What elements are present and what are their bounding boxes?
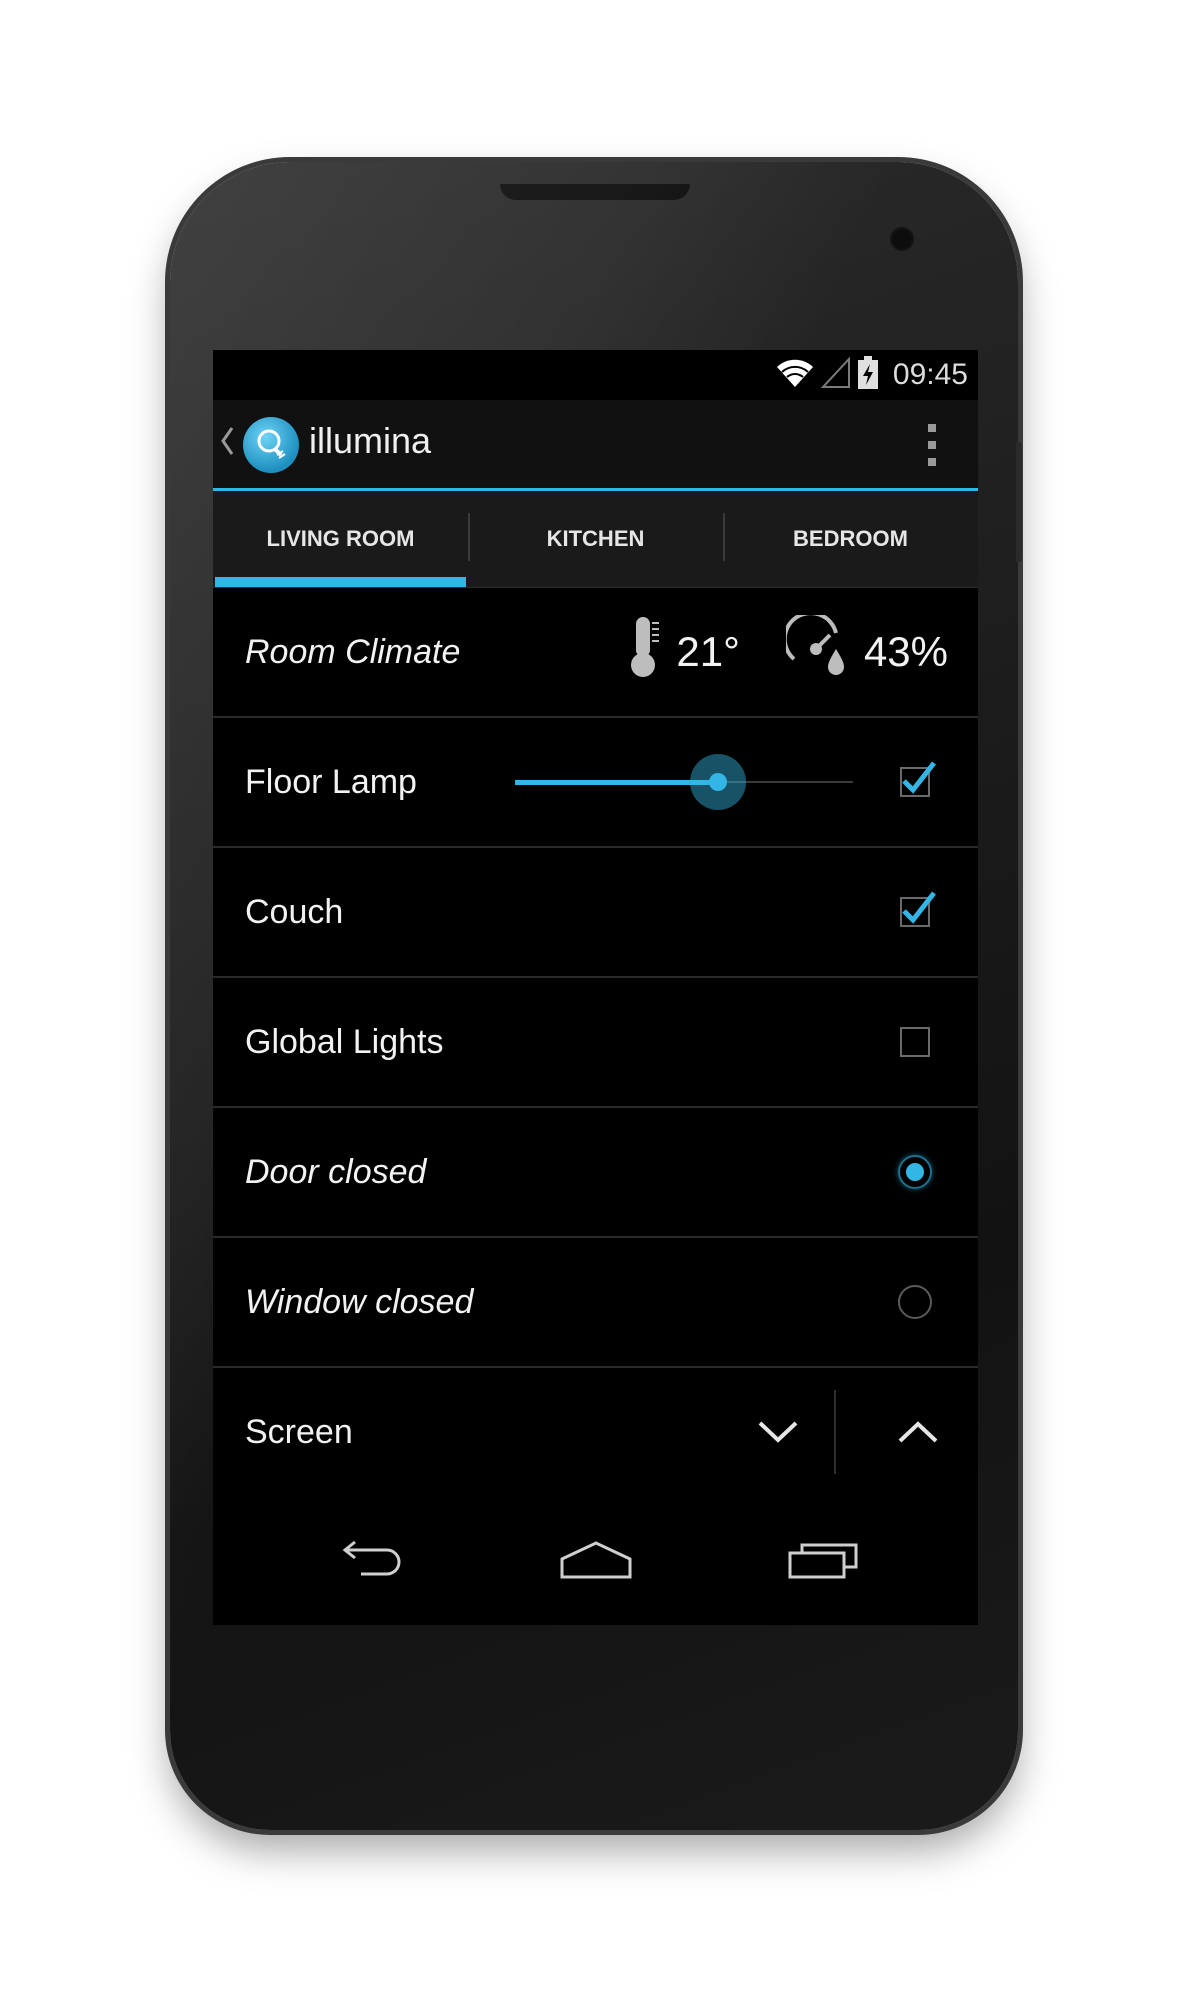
action-bar: illumina — [213, 400, 978, 491]
room-climate-row: Room Climate 21° 43% — [213, 588, 978, 718]
app-title: illumina — [309, 420, 432, 461]
checkmark-icon — [902, 761, 936, 794]
window-status-indicator — [898, 1285, 932, 1319]
slider-thumb[interactable] — [690, 754, 746, 810]
checkmark-icon — [902, 891, 936, 924]
navigation-bar — [213, 1495, 978, 1625]
couch-label: Couch — [245, 892, 344, 931]
back-chevron-icon[interactable] — [219, 424, 235, 467]
floor-lamp-checkbox[interactable] — [900, 761, 936, 797]
chevron-up-icon — [898, 1421, 938, 1443]
room-climate-label: Room Climate — [245, 632, 461, 671]
door-row: Door closed — [213, 1108, 978, 1238]
chevron-down-icon — [758, 1421, 798, 1443]
door-label: Door closed — [245, 1152, 427, 1191]
climate-readings: 21° 43% — [626, 611, 948, 689]
global-lights-row: Global Lights — [213, 978, 978, 1108]
global-lights-checkbox[interactable] — [900, 1027, 930, 1057]
global-lights-label: Global Lights — [245, 1022, 444, 1061]
window-row: Window closed — [213, 1238, 978, 1368]
tab-bedroom[interactable]: BEDROOM — [723, 491, 978, 587]
battery-charging-icon — [857, 355, 879, 395]
slider-fill — [515, 780, 718, 785]
screen-down-button[interactable] — [728, 1402, 828, 1462]
status-bar: 09:45 — [213, 350, 978, 400]
temperature-value: 21° — [676, 628, 740, 675]
screen-controls — [728, 1368, 978, 1496]
back-icon[interactable] — [313, 1530, 423, 1590]
couch-checkbox[interactable] — [900, 891, 936, 927]
floor-lamp-row: Floor Lamp — [213, 718, 978, 848]
tab-living-room[interactable]: LIVING ROOM — [213, 491, 468, 587]
front-camera — [890, 227, 914, 251]
status-time: 09:45 — [892, 358, 968, 391]
couch-row: Couch — [213, 848, 978, 978]
power-button — [1016, 442, 1022, 562]
screen-controls-divider — [834, 1390, 836, 1474]
screen-up-button[interactable] — [868, 1402, 968, 1462]
signal-icon — [820, 355, 851, 394]
screen-label: Screen — [245, 1412, 353, 1451]
room-tabs: LIVING ROOM KITCHEN BEDROOM — [213, 491, 978, 588]
overflow-menu-icon[interactable] — [928, 424, 938, 466]
recent-apps-icon[interactable] — [769, 1530, 879, 1590]
earpiece-speaker — [500, 184, 690, 200]
device-list: Room Climate 21° 43% Floor Lamp Couch Gl… — [213, 588, 978, 1498]
tab-kitchen[interactable]: KITCHEN — [468, 491, 723, 587]
status-icons: 09:45 — [775, 355, 968, 395]
lightbulb-app-icon[interactable] — [243, 417, 299, 473]
humidity-gauge-icon — [782, 611, 850, 689]
door-status-indicator — [898, 1155, 932, 1189]
floor-lamp-brightness-slider[interactable] — [515, 752, 853, 812]
wifi-icon — [775, 357, 815, 394]
thermometer-icon — [626, 615, 662, 689]
phone-screen: 09:45 illumina LIVING ROOM KITCHEN BEDRO… — [213, 350, 978, 1625]
home-icon[interactable] — [541, 1530, 651, 1590]
floor-lamp-label: Floor Lamp — [245, 762, 417, 801]
screen-row: Screen — [213, 1368, 978, 1498]
window-label: Window closed — [245, 1282, 474, 1321]
humidity-value: 43% — [863, 628, 948, 675]
